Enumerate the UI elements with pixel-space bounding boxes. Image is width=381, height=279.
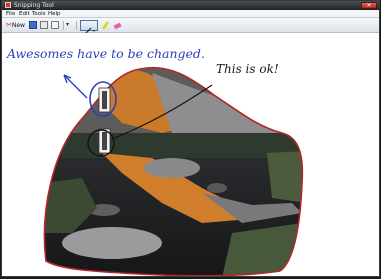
menu-edit[interactable]: Edit xyxy=(19,10,30,18)
title-bar: Snipping Tool ✕ xyxy=(2,1,379,10)
eraser-icon[interactable] xyxy=(113,21,122,30)
menu-help[interactable]: Help xyxy=(48,10,61,18)
menu-tools[interactable]: Tools xyxy=(32,10,46,18)
window-title: Snipping Tool xyxy=(14,2,54,9)
close-button[interactable]: ✕ xyxy=(361,2,377,9)
snipping-tool-window: Snipping Tool ✕ File Edit Tools Help ✂Ne… xyxy=(1,0,380,277)
menu-file[interactable]: File xyxy=(6,10,15,18)
send-snip-icon[interactable] xyxy=(51,21,59,29)
new-snip-button[interactable]: ✂New xyxy=(6,21,25,30)
menu-bar: File Edit Tools Help xyxy=(2,10,379,18)
toolbar-separator xyxy=(76,21,77,30)
toolbar-separator xyxy=(63,21,64,30)
highlighter-icon[interactable] xyxy=(101,21,110,30)
copy-icon[interactable] xyxy=(40,21,48,29)
pen-button[interactable] xyxy=(80,20,98,36)
black-handwritten-note: This is ok! xyxy=(216,62,279,76)
blue-handwritten-note: Awesomes have to be changed. xyxy=(6,46,205,61)
snip-drawing: Awesomes have to be changed. This is ok! xyxy=(6,46,304,276)
send-dropdown-icon[interactable]: ▾ xyxy=(66,21,69,28)
snipping-tool-icon xyxy=(5,2,11,8)
landscape-photo xyxy=(44,67,303,276)
save-icon[interactable] xyxy=(29,21,37,29)
toolbar: ✂New ▾ xyxy=(2,18,379,36)
new-label: New xyxy=(11,22,25,29)
snip-canvas[interactable]: Awesomes have to be changed. This is ok! xyxy=(2,33,379,276)
